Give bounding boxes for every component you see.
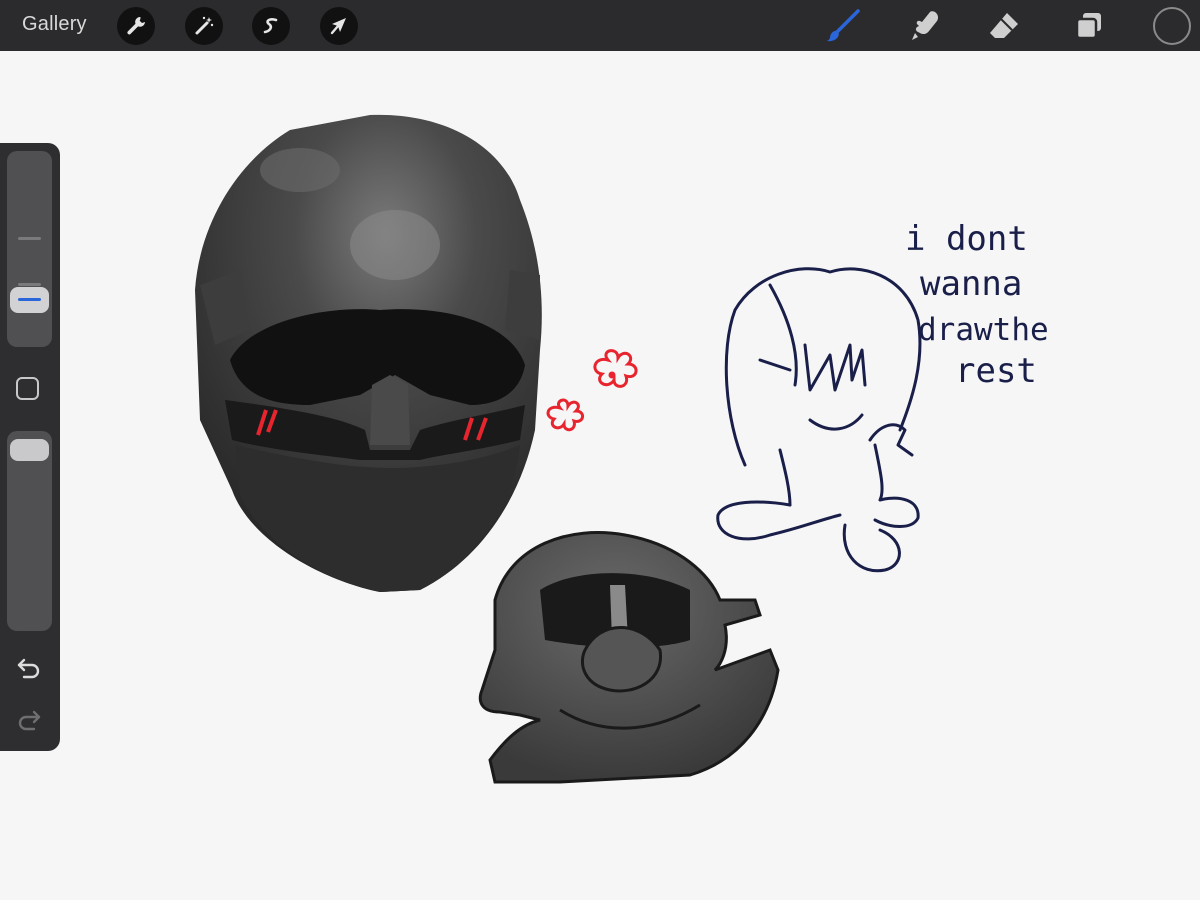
helmet-drawing — [195, 114, 542, 592]
arrow-cursor-icon — [330, 18, 346, 35]
drawing-canvas[interactable]: i dont wanna drawthe rest — [0, 51, 1200, 900]
adjustments-button[interactable] — [185, 7, 223, 45]
smudge-tool[interactable] — [906, 6, 946, 46]
brush-tool[interactable] — [823, 6, 863, 46]
flower-doodles — [546, 349, 638, 432]
note-line-1: i dont — [905, 219, 1028, 259]
actions-button[interactable] — [117, 7, 155, 45]
note-line-4: rest — [955, 351, 1037, 391]
line-art-character — [716, 267, 922, 573]
color-picker-button[interactable] — [1153, 7, 1191, 45]
eraser-icon — [990, 13, 1018, 38]
eraser-tool[interactable] — [984, 6, 1024, 46]
brush-icon — [827, 9, 860, 42]
artwork: i dont wanna drawthe rest — [195, 114, 1049, 784]
layers-icon — [1075, 13, 1101, 40]
top-toolbar: Gallery — [0, 0, 1200, 51]
magic-wand-icon — [195, 16, 214, 35]
selection-s-icon — [263, 18, 278, 34]
lamb-drawing — [478, 531, 780, 784]
smudge-finger-icon — [912, 11, 939, 40]
note-line-3: drawthe — [918, 312, 1049, 348]
note-line-2: wanna — [920, 264, 1022, 304]
layers-button[interactable] — [1069, 6, 1109, 46]
selection-button[interactable] — [252, 7, 290, 45]
gallery-button[interactable]: Gallery — [22, 13, 87, 36]
transform-button[interactable] — [320, 7, 358, 45]
wrench-icon — [127, 17, 145, 35]
handwritten-note: i dont wanna drawthe rest — [905, 219, 1049, 391]
